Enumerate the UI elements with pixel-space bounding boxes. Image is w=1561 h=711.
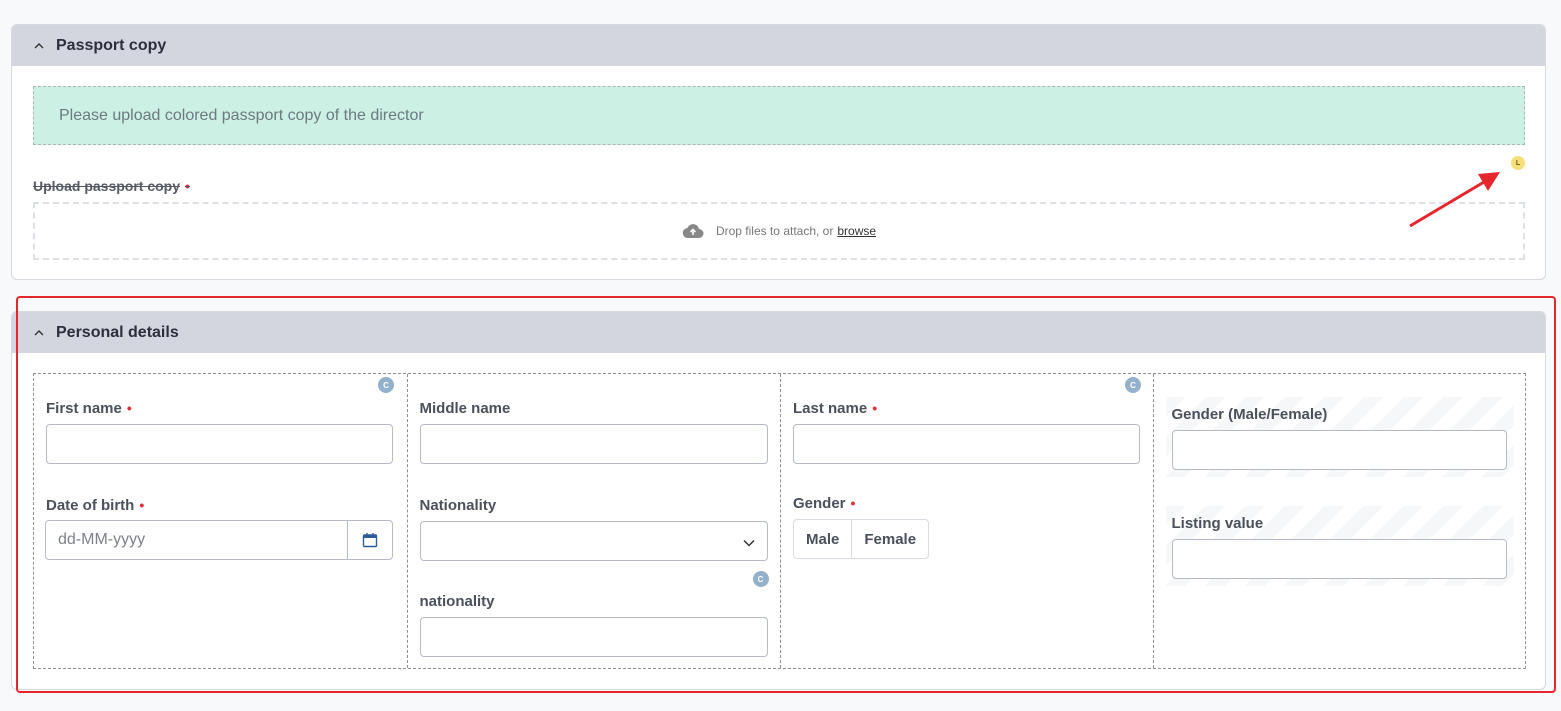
- panel-title: Passport copy: [56, 36, 167, 54]
- middle-name-input[interactable]: [419, 424, 768, 464]
- calendar-icon: [362, 533, 378, 548]
- required-indicator: •: [139, 497, 145, 513]
- required-indicator: •: [850, 495, 856, 511]
- calendar-button[interactable]: [347, 521, 392, 559]
- last-name-label: Last name •: [793, 400, 877, 417]
- dob-label-text: Date of birth: [46, 497, 135, 514]
- personal-details-grid: C First name • Date of birth • dd-MM-yyyy …: [33, 373, 1526, 669]
- first-name-input[interactable]: [46, 424, 393, 464]
- nationality-secondary-label: nationality: [419, 593, 495, 610]
- column-4: Gender (Male/Female) Listing value: [1152, 374, 1526, 668]
- date-of-birth-field[interactable]: dd-MM-yyyy: [45, 520, 393, 560]
- c-badge: C: [1125, 377, 1141, 393]
- personal-details-panel: Personal details C First name • Date of b…: [11, 311, 1546, 690]
- last-name-input[interactable]: [793, 424, 1140, 464]
- panel-title: Personal details: [56, 323, 179, 341]
- nationality-select[interactable]: [419, 521, 768, 561]
- required-indicator: •: [872, 400, 878, 416]
- nationality-label: Nationality: [419, 497, 497, 514]
- info-message: Please upload colored passport copy of t…: [33, 86, 1525, 145]
- cloud-upload-icon: [682, 223, 704, 239]
- column-3: C Last name • Gender • Male Female: [780, 374, 1153, 668]
- annotation-arrow: [1409, 172, 1500, 228]
- personal-details-header[interactable]: Personal details: [12, 312, 1545, 353]
- nationality-secondary-input[interactable]: [419, 617, 768, 657]
- dob-label: Date of birth •: [46, 497, 144, 514]
- chevron-up-icon[interactable]: [34, 327, 56, 339]
- required-indicator: •: [126, 400, 132, 416]
- last-name-label-text: Last name: [793, 400, 868, 417]
- dob-placeholder[interactable]: dd-MM-yyyy: [46, 521, 347, 559]
- required-indicator: •: [185, 178, 190, 194]
- gender-toggle: Male Female: [793, 519, 930, 559]
- column-2: Middle name Nationality C nationality: [406, 374, 781, 668]
- upload-label-text: Upload passport copy: [33, 178, 181, 194]
- gender-label: Gender •: [793, 495, 855, 512]
- gender-mf-label: Gender (Male/Female): [1171, 406, 1328, 423]
- column-1: C First name • Date of birth • dd-MM-yyyy: [34, 374, 407, 668]
- browse-link[interactable]: browse: [837, 224, 876, 238]
- c-badge: C: [378, 377, 394, 393]
- passport-copy-panel: Passport copy Please upload colored pass…: [11, 24, 1546, 280]
- middle-name-label: Middle name: [419, 400, 511, 417]
- first-name-label-text: First name: [46, 400, 122, 417]
- drop-text: Drop files to attach, or: [715, 224, 834, 238]
- lock-badge: L: [1511, 156, 1525, 170]
- gender-mf-input[interactable]: [1171, 430, 1507, 470]
- gender-label-text: Gender: [793, 495, 846, 512]
- listing-value-input[interactable]: [1171, 539, 1507, 579]
- upload-passport-label: Upload passport copy •: [33, 178, 190, 194]
- file-dropzone[interactable]: Drop files to attach, or browse: [33, 202, 1525, 260]
- passport-copy-header[interactable]: Passport copy: [12, 25, 1545, 66]
- chevron-down-icon: [742, 534, 755, 552]
- first-name-label: First name •: [46, 400, 132, 417]
- gender-female-button[interactable]: Female: [851, 520, 928, 558]
- c-badge: C: [752, 571, 769, 587]
- gender-male-button[interactable]: Male: [794, 520, 851, 558]
- listing-value-label: Listing value: [1171, 515, 1264, 532]
- chevron-up-icon[interactable]: [34, 40, 56, 52]
